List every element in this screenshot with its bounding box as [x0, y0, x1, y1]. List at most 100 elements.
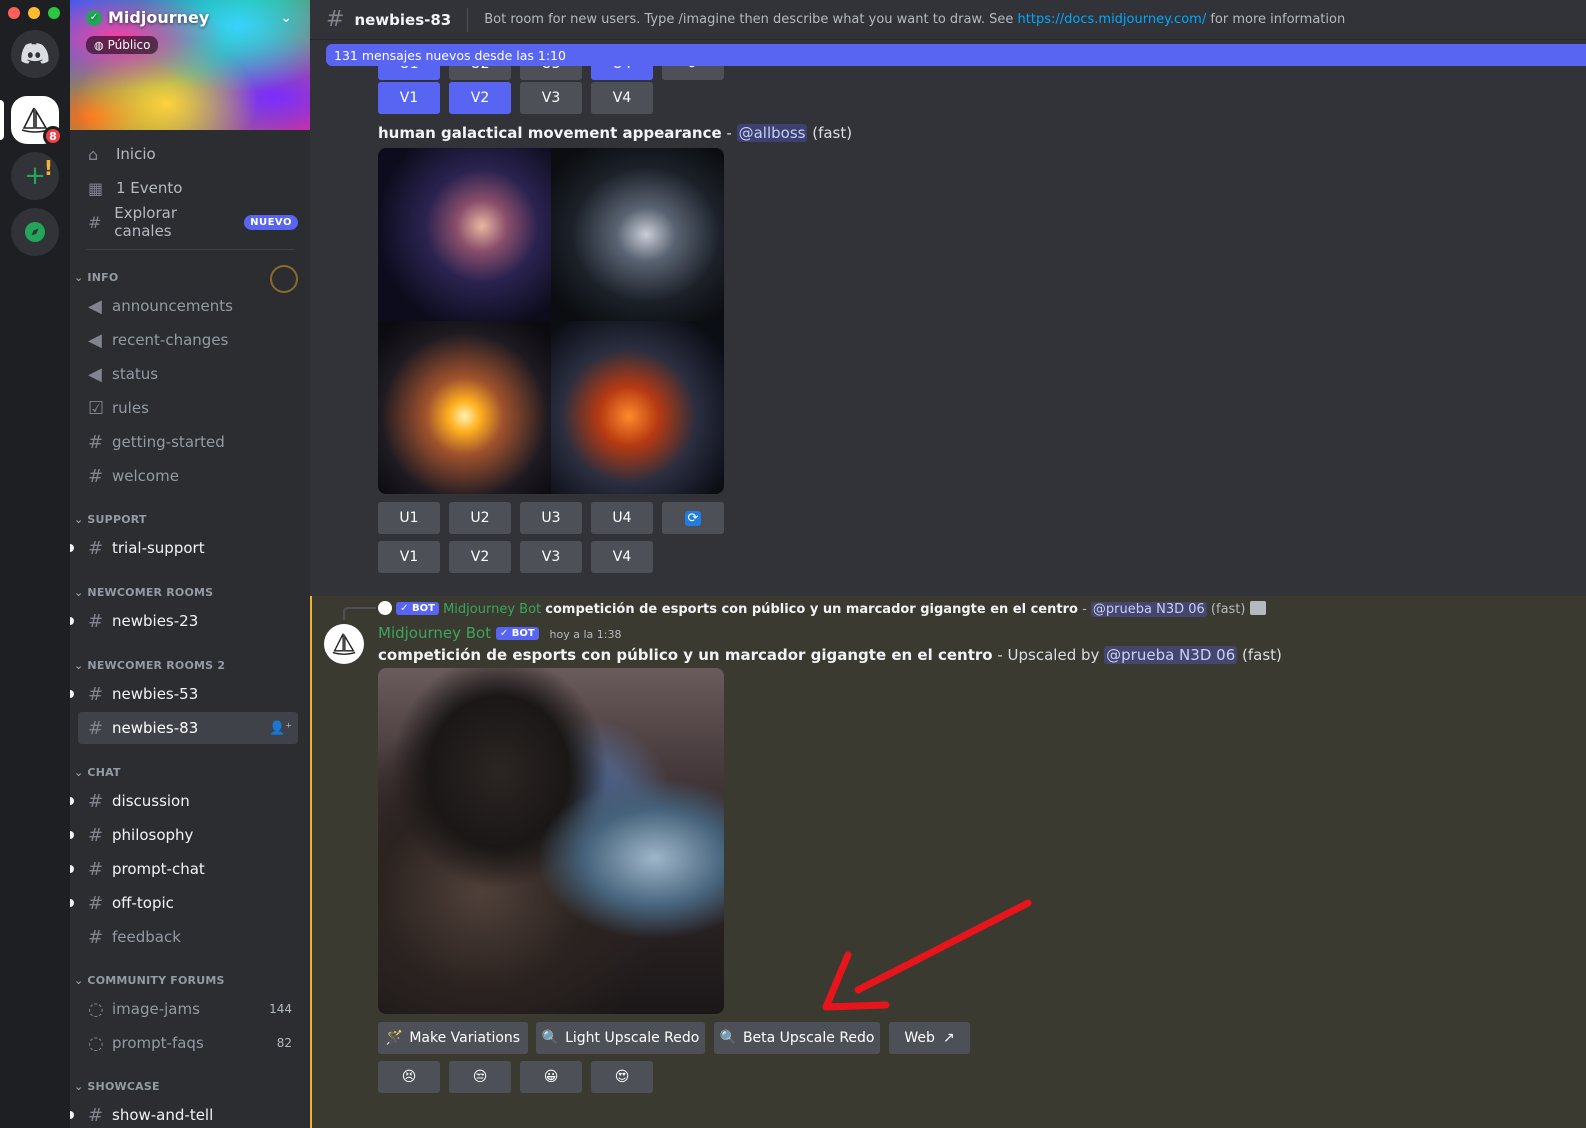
message-header: Midjourney Bot ✓ BOT hoy a la 1:38 — [378, 624, 621, 642]
channel-off-topic[interactable]: # off-topic — [70, 887, 298, 919]
channel-header: # newbies-83 Bot room for new users. Typ… — [310, 0, 1586, 40]
beta-upscale-redo-button[interactable]: 🔍 Beta Upscale Redo — [714, 1022, 880, 1054]
channel-rules[interactable]: ☑ rules — [78, 392, 298, 424]
reaction-button-1[interactable]: 😣 — [378, 1061, 440, 1093]
image-icon — [1249, 601, 1266, 615]
server-banner[interactable]: ✓ Midjourney ⌄ ◍ Público — [70, 0, 310, 130]
reaction-button-3[interactable]: 😀 — [520, 1061, 582, 1093]
explore-servers-button[interactable] — [11, 208, 59, 256]
refresh-icon: ⟳ — [684, 510, 702, 526]
grid-image-4[interactable] — [551, 321, 724, 494]
variation-button-1[interactable]: V1 — [378, 82, 440, 114]
reroll-button[interactable]: ⟳ — [662, 502, 724, 534]
avatar[interactable] — [324, 624, 364, 664]
author-name[interactable]: Midjourney Bot — [378, 624, 491, 642]
add-member-icon[interactable]: 👤⁺ — [269, 721, 292, 736]
channel-trial-support[interactable]: # trial-support — [70, 532, 298, 564]
hash-icon: # — [88, 892, 104, 914]
minimize-window-button[interactable] — [28, 7, 40, 19]
channel-newbies-53[interactable]: # newbies-53 — [70, 678, 298, 710]
discord-home-button[interactable] — [11, 30, 59, 78]
channel-sidebar: ✓ Midjourney ⌄ ◍ Público ⌂ Inicio ▦ 1 Even… — [70, 0, 310, 1128]
category-showcase[interactable]: ⌄ SHOWCASE — [74, 1080, 160, 1093]
reaction-button-4[interactable]: 😍 — [591, 1061, 653, 1093]
category-info[interactable]: ⌄ INFO — [74, 271, 118, 284]
discord-window: 8 + ! ✓ Midjourney ⌄ ◍ Público ⌂ Inicio ▦… — [0, 0, 1586, 1128]
thread-hash-icon: # — [88, 717, 104, 739]
megaphone-icon: ◀ — [88, 329, 102, 351]
nav-home[interactable]: ⌂ Inicio — [78, 138, 298, 170]
server-icon-midjourney[interactable]: 8 — [11, 96, 63, 146]
channel-philosophy[interactable]: # philosophy — [70, 819, 298, 851]
new-messages-bar[interactable]: 131 mensajes nuevos desde las 1:10 — [326, 44, 1586, 66]
upscale-button-4[interactable]: U4 — [591, 502, 653, 534]
forum-prompt-faqs[interactable]: ◌ prompt-faqs 82 — [78, 1027, 298, 1059]
channel-announcements[interactable]: ◀ announcements — [78, 290, 298, 322]
web-link-button[interactable]: Web ↗ — [889, 1022, 970, 1054]
upscaled-image-attachment[interactable] — [378, 668, 724, 1014]
make-variations-button[interactable]: 🪄 Make Variations — [378, 1022, 528, 1054]
variation-button-3[interactable]: V3 — [520, 541, 582, 573]
close-window-button[interactable] — [8, 7, 20, 19]
plus-icon: + — [24, 161, 46, 191]
category-community-forums[interactable]: ⌄ COMMUNITY FORUMS — [74, 974, 225, 987]
chevron-down-icon: ⌄ — [74, 974, 84, 987]
category-chat[interactable]: ⌄ CHAT — [74, 766, 121, 779]
chevron-down-icon: ⌄ — [74, 659, 84, 672]
upscale-button-1[interactable]: U1 — [378, 502, 440, 534]
nav-events[interactable]: ▦ 1 Evento — [78, 172, 298, 204]
nav-explore-channels[interactable]: # Explorar canales NUEVO — [78, 204, 298, 240]
channel-discussion[interactable]: # discussion — [70, 785, 298, 817]
docs-link[interactable]: https://docs.midjourney.com/ — [1018, 12, 1207, 27]
grid-image-1[interactable] — [378, 148, 551, 321]
unread-indicator — [70, 544, 74, 552]
category-newcomer-rooms[interactable]: ⌄ NEWCOMER ROOMS — [74, 586, 213, 599]
server-header[interactable]: ✓ Midjourney — [86, 8, 209, 27]
channel-search-icon: # — [88, 212, 102, 232]
grid-image-3[interactable] — [378, 321, 551, 494]
hash-icon: # — [88, 431, 104, 453]
window-controls — [8, 7, 60, 19]
channel-feedback[interactable]: # feedback — [78, 921, 298, 953]
maximize-window-button[interactable] — [48, 7, 60, 19]
message-content: human galactical movement appearance - @… — [378, 124, 853, 142]
variation-button-4[interactable]: V4 — [591, 541, 653, 573]
add-server-button[interactable]: + ! — [11, 152, 59, 200]
channel-getting-started[interactable]: # getting-started — [78, 426, 298, 458]
light-upscale-redo-button[interactable]: 🔍 Light Upscale Redo — [536, 1022, 705, 1054]
variation-button-1[interactable]: V1 — [378, 541, 440, 573]
variation-button-3[interactable]: V3 — [520, 82, 582, 114]
category-support[interactable]: ⌄ SUPPORT — [74, 513, 147, 526]
variation-button-2[interactable]: V2 — [449, 82, 511, 114]
channel-welcome[interactable]: # welcome — [78, 460, 298, 492]
channel-recent-changes[interactable]: ◀ recent-changes — [78, 324, 298, 356]
channel-prompt-chat[interactable]: # prompt-chat — [70, 853, 298, 885]
image-grid-attachment[interactable] — [378, 148, 724, 494]
megaphone-icon: ◀ — [88, 295, 102, 317]
channel-status[interactable]: ◀ status — [78, 358, 298, 390]
channel-newbies-83[interactable]: # newbies-83 👤⁺ — [78, 712, 298, 744]
public-badge: ◍ Público — [86, 36, 159, 54]
reaction-button-2[interactable]: 😒 — [449, 1061, 511, 1093]
upscale-button-2[interactable]: U2 — [449, 502, 511, 534]
loading-spinner — [270, 265, 298, 293]
reply-preview[interactable]: ✓ BOT Midjourney Bot competición de espo… — [378, 601, 1266, 617]
channel-topic[interactable]: Bot room for new users. Type /imagine th… — [484, 12, 1345, 27]
channel-newbies-23[interactable]: # newbies-23 — [70, 605, 298, 637]
category-newcomer-rooms-2[interactable]: ⌄ NEWCOMER ROOMS 2 — [74, 659, 225, 672]
channel-title: newbies-83 — [354, 10, 452, 29]
variation-button-2[interactable]: V2 — [449, 541, 511, 573]
upscale-button-3[interactable]: U3 — [520, 502, 582, 534]
variation-button-4[interactable]: V4 — [591, 82, 653, 114]
forum-image-jams[interactable]: ◌ image-jams 144 — [78, 993, 298, 1025]
calendar-icon: ▦ — [88, 178, 104, 198]
unread-indicator — [70, 617, 74, 625]
user-mention[interactable]: @allboss — [736, 124, 808, 142]
chevron-down-icon[interactable]: ⌄ — [280, 10, 292, 26]
compass-icon — [25, 222, 45, 242]
channel-show-and-tell[interactable]: # show-and-tell — [70, 1099, 298, 1128]
user-mention[interactable]: @prueba N3D 06 — [1104, 646, 1238, 664]
grid-image-2[interactable] — [551, 148, 724, 321]
magic-wand-icon: 🪄 — [385, 1030, 404, 1046]
thread-hash-icon: # — [88, 683, 104, 705]
